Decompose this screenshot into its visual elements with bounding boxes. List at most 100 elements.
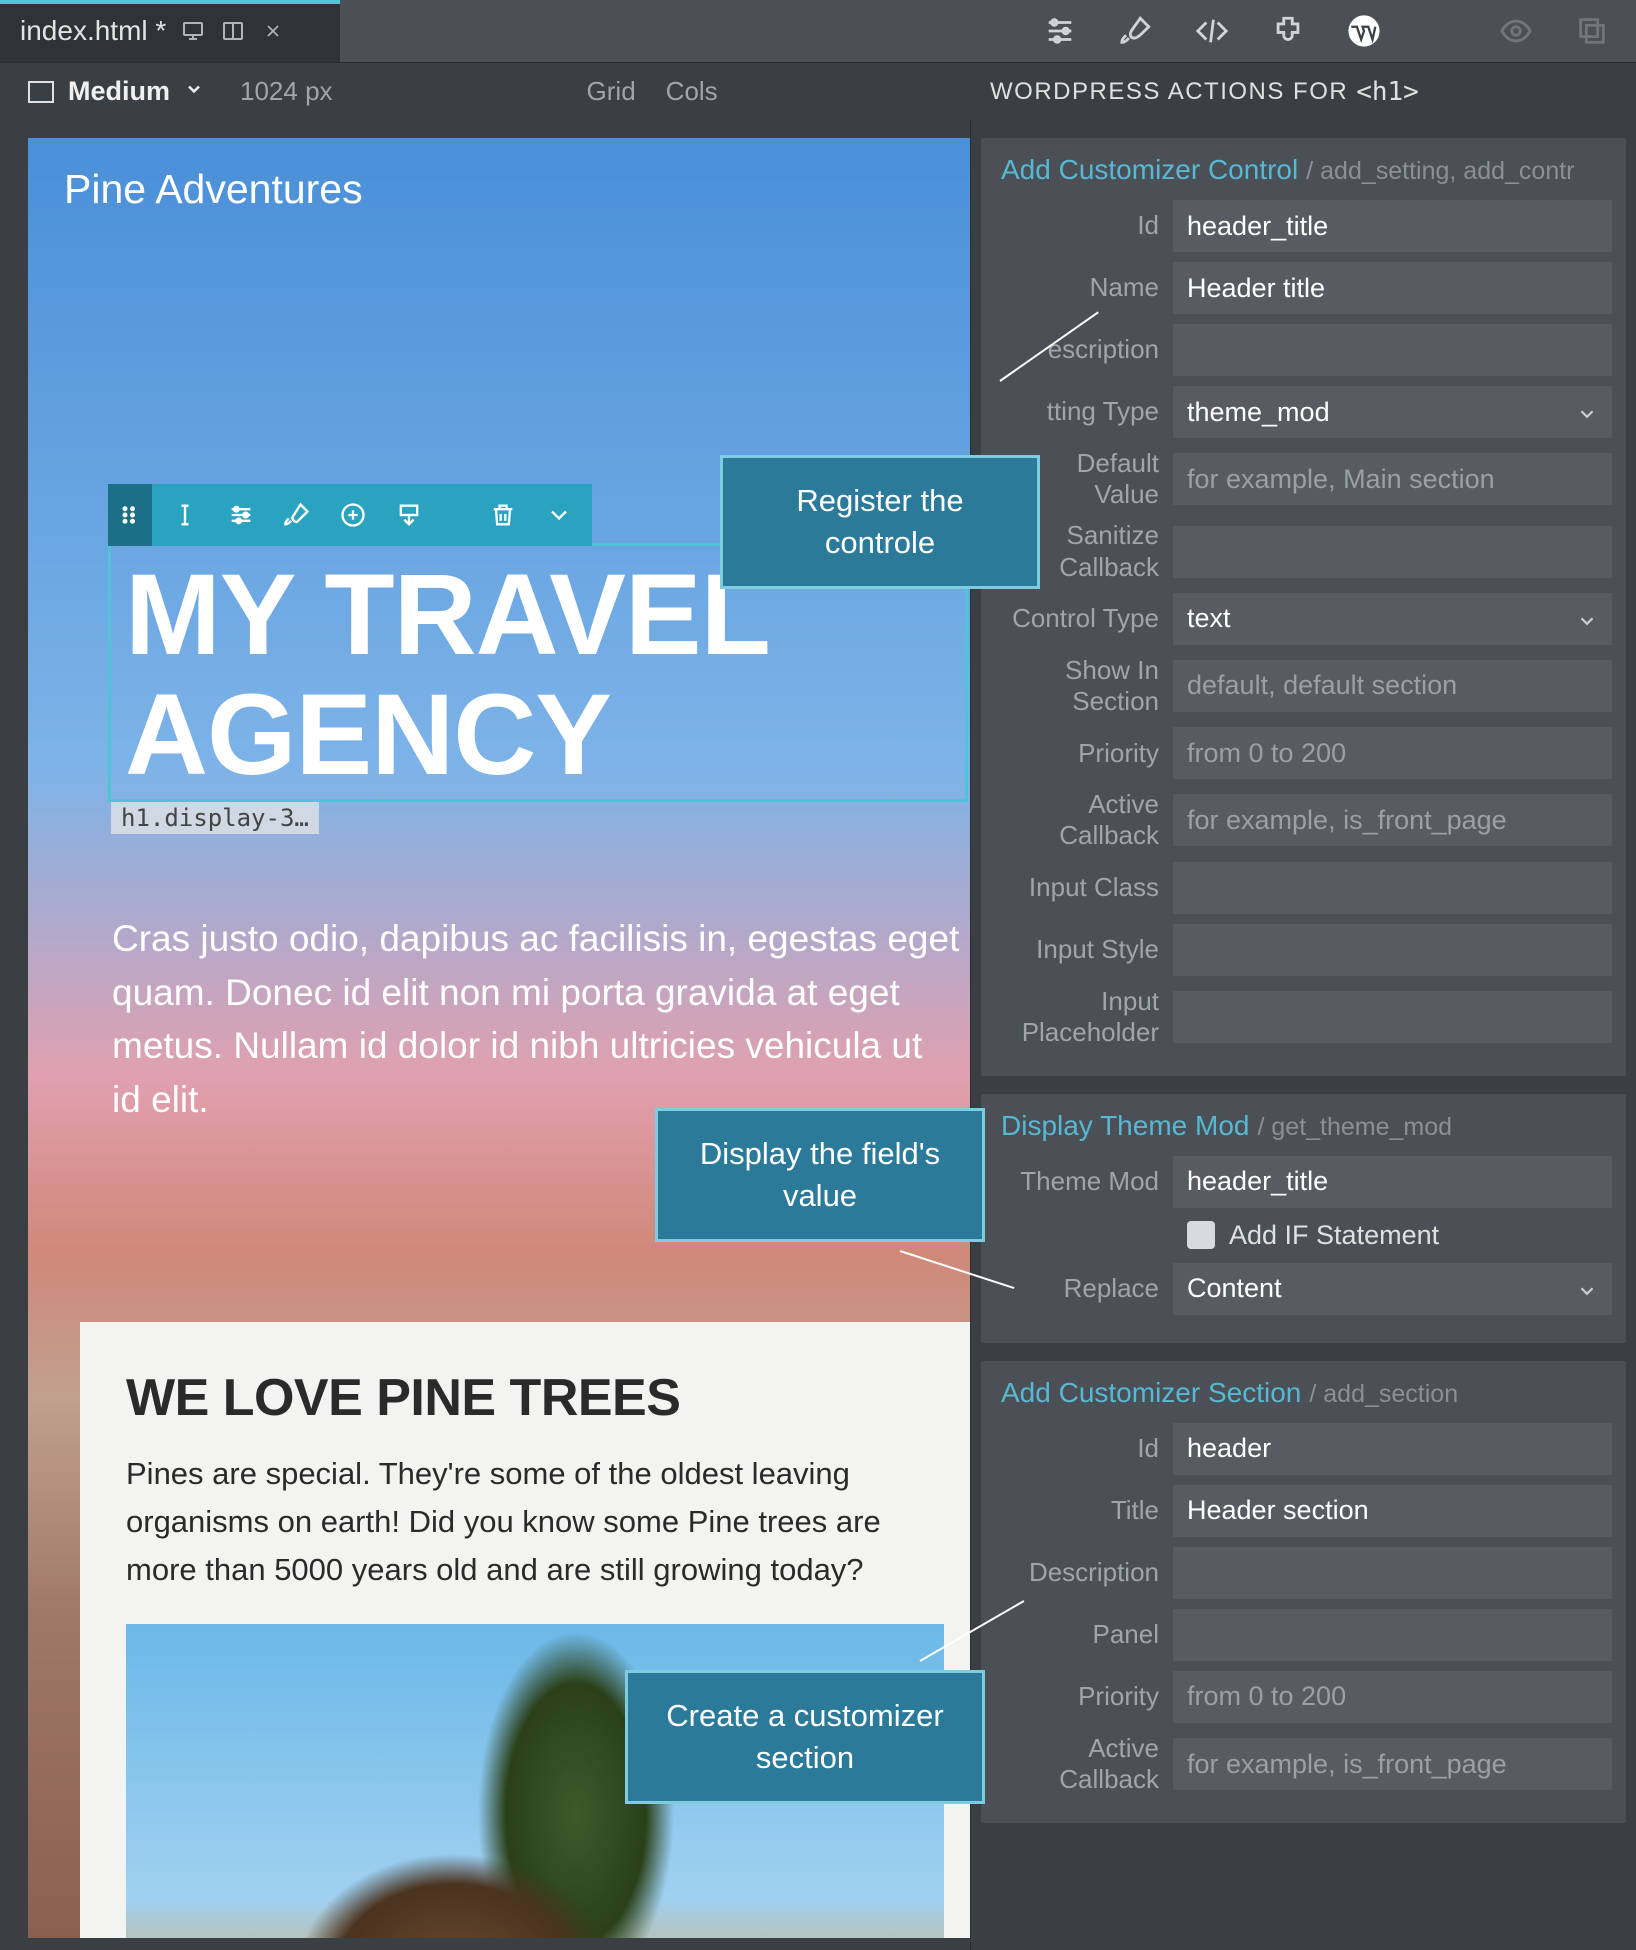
sliders-icon[interactable] [226, 500, 256, 530]
canvas-pane: Pine Adventures [0, 120, 970, 1950]
label-description: Description [995, 1557, 1173, 1588]
selection-tag-label: h1.display-3… [111, 802, 319, 834]
grip-icon [115, 500, 145, 530]
input-section-description[interactable] [1173, 1547, 1612, 1599]
preview-lead: Cras justo odio, dapibus ac facilisis in… [112, 912, 960, 1127]
label-priority: Priority [995, 1681, 1173, 1712]
selection-toolbar [152, 484, 592, 546]
label-setting-type: tting Type [995, 396, 1173, 427]
select-replace[interactable]: Content [1173, 1263, 1612, 1315]
group-customizer-section: Add Customizer Section add_section Id Ti… [981, 1361, 1626, 1823]
preview-card: WE LOVE PINE TREES Pines are special. Th… [80, 1322, 970, 1938]
text-cursor-icon[interactable] [170, 500, 200, 530]
chevron-down-icon[interactable] [544, 500, 574, 530]
label-title: Title [995, 1495, 1173, 1526]
group-display-theme-mod: Display Theme Mod get_theme_mod Theme Mo… [981, 1094, 1626, 1343]
input-input-style[interactable] [1173, 924, 1612, 976]
label-replace: Replace [995, 1273, 1173, 1304]
tab-bar: index.html * [0, 0, 1636, 62]
card-heading: WE LOVE PINE TREES [126, 1368, 944, 1428]
input-default-value[interactable] [1173, 453, 1612, 505]
input-section-id[interactable] [1173, 1423, 1612, 1475]
group-title-meta: add_section [1309, 1380, 1458, 1409]
breakpoint-px: 1024 px [240, 76, 333, 107]
label-priority: Priority [995, 738, 1173, 769]
add-circle-icon[interactable] [338, 500, 368, 530]
chevron-down-icon[interactable] [184, 79, 204, 105]
label-input-class: Input Class [995, 872, 1173, 903]
grid-toggle[interactable]: Grid [587, 76, 636, 107]
select-value: text [1187, 603, 1231, 634]
select-control-type[interactable]: text [1173, 593, 1612, 645]
plugin-icon[interactable] [1268, 11, 1308, 51]
preview-canvas[interactable]: Pine Adventures [28, 138, 970, 1938]
group-title-link[interactable]: Add Customizer Control [1001, 154, 1298, 186]
group-title-meta: add_setting, add_contr [1306, 157, 1574, 186]
select-value: theme_mod [1187, 397, 1330, 428]
label-add-if: Add IF Statement [1229, 1220, 1439, 1251]
select-value: Content [1187, 1273, 1282, 1304]
eye-icon[interactable] [1496, 11, 1536, 51]
brush-icon[interactable] [282, 500, 312, 530]
label-id: Id [995, 1433, 1173, 1464]
label-name: Name [995, 272, 1173, 303]
label-id: Id [995, 210, 1173, 241]
wordpress-icon[interactable] [1344, 11, 1384, 51]
brush-icon[interactable] [1116, 11, 1156, 51]
trash-icon[interactable] [488, 500, 518, 530]
label-input-placeholder: InputPlaceholder [995, 986, 1173, 1048]
group-customizer-control: Add Customizer Control add_setting, add_… [981, 138, 1626, 1076]
insert-below-icon[interactable] [394, 500, 424, 530]
input-show-in-section[interactable] [1173, 660, 1612, 712]
input-active-callback[interactable] [1173, 794, 1612, 846]
panel-header: WORDPRESS ACTIONS FOR <h1> [970, 77, 1636, 107]
code-icon[interactable] [1192, 11, 1232, 51]
chevron-down-icon [1576, 401, 1598, 423]
group-title-link[interactable]: Display Theme Mod [1001, 1110, 1249, 1142]
breakpoint-label[interactable]: Medium [68, 76, 170, 107]
copy-layout-icon[interactable] [1572, 11, 1612, 51]
label-show-in-section: Show InSection [995, 655, 1173, 717]
select-setting-type[interactable]: theme_mod [1173, 386, 1612, 438]
cols-toggle[interactable]: Cols [666, 76, 718, 107]
selection-drag-handle[interactable] [108, 484, 152, 546]
input-description[interactable] [1173, 324, 1612, 376]
callout-register: Register the controle [720, 455, 1040, 589]
panel-header-prefix: WORDPRESS ACTIONS FOR [990, 78, 1348, 106]
input-name[interactable] [1173, 262, 1612, 314]
callout-section: Create a customizer section [625, 1670, 985, 1804]
input-theme-mod[interactable] [1173, 1156, 1612, 1208]
label-theme-mod: Theme Mod [995, 1166, 1173, 1197]
close-icon[interactable] [260, 18, 286, 44]
side-panel: Add Customizer Control add_setting, add_… [970, 120, 1636, 1950]
file-tab[interactable]: index.html * [0, 0, 340, 62]
label-panel: Panel [995, 1619, 1173, 1650]
input-section-active-callback[interactable] [1173, 1738, 1612, 1790]
input-id[interactable] [1173, 200, 1612, 252]
card-paragraph: Pines are special. They're some of the o… [126, 1450, 944, 1594]
input-input-class[interactable] [1173, 862, 1612, 914]
sliders-icon[interactable] [1040, 11, 1080, 51]
group-title-link[interactable]: Add Customizer Section [1001, 1377, 1301, 1409]
input-sanitize-callback[interactable] [1173, 526, 1612, 578]
callout-display: Display the field's value [655, 1108, 985, 1242]
input-section-panel[interactable] [1173, 1609, 1612, 1661]
device-desktop-icon[interactable] [180, 18, 206, 44]
site-brand: Pine Adventures [64, 166, 363, 213]
tab-title: index.html * [20, 15, 166, 47]
label-input-style: Input Style [995, 934, 1173, 965]
layout-split-icon[interactable] [220, 18, 246, 44]
input-section-priority[interactable] [1173, 1671, 1612, 1723]
chevron-down-icon [1576, 608, 1598, 630]
input-input-placeholder[interactable] [1173, 991, 1612, 1043]
top-toolbar [1016, 0, 1636, 62]
checkbox-add-if[interactable] [1187, 1221, 1215, 1249]
label-description: escription [995, 334, 1173, 365]
input-section-title[interactable] [1173, 1485, 1612, 1537]
input-priority[interactable] [1173, 727, 1612, 779]
label-active-callback: ActiveCallback [995, 1733, 1173, 1795]
label-active-callback: ActiveCallback [995, 789, 1173, 851]
label-control-type: Control Type [995, 603, 1173, 634]
chevron-down-icon [1576, 1278, 1598, 1300]
breakpoint-rect-icon [28, 81, 54, 103]
